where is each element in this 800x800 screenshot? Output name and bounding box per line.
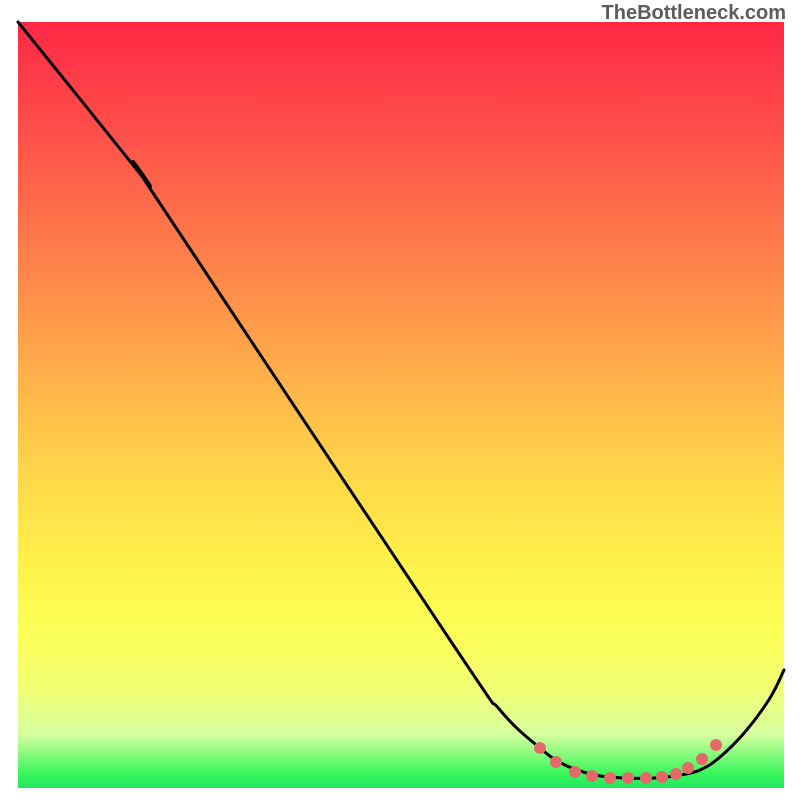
gradient-background — [18, 22, 784, 788]
chart-container: TheBottleneck.com — [0, 0, 800, 800]
watermark-link[interactable] — [505, 0, 800, 22]
